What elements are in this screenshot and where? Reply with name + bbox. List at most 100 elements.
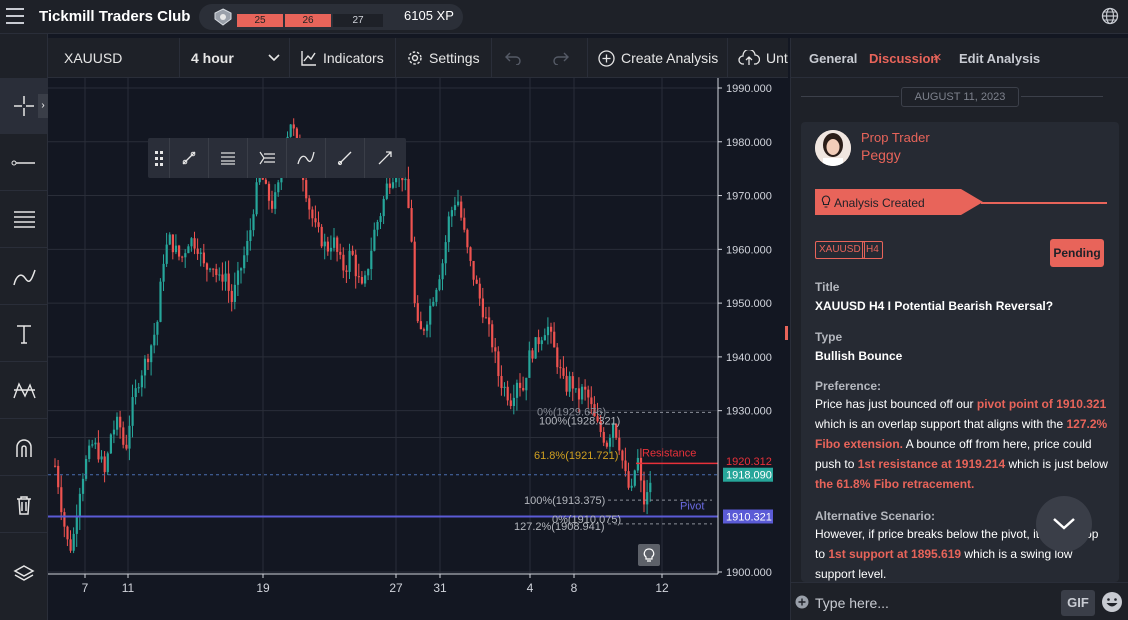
candle-body <box>370 250 373 270</box>
drag-handle-icon[interactable] <box>148 138 170 178</box>
tab-general[interactable]: General <box>809 51 857 66</box>
candle-body <box>292 124 295 129</box>
add-attachment-icon[interactable] <box>795 595 809 609</box>
resistance-label: Resistance <box>642 447 696 459</box>
candle-body <box>453 205 457 211</box>
candle-body <box>143 358 147 376</box>
candle-body <box>463 217 466 230</box>
brush-icon <box>13 269 36 285</box>
redo-icon <box>552 52 569 65</box>
fib-retracement-icon <box>221 152 235 165</box>
date-tick-label: 4 <box>527 581 534 595</box>
candle-body <box>240 268 243 271</box>
indicators-button[interactable]: Indicators <box>290 38 396 78</box>
analysis-panel: General Discussion × Edit Analysis AUGUS… <box>790 38 1128 620</box>
fib-label-top2: 100%(1928.321) <box>539 415 620 427</box>
magnet-tool[interactable] <box>0 420 48 476</box>
candle-body <box>438 279 441 290</box>
chevron-down-icon <box>268 54 280 62</box>
candle-body <box>503 386 506 389</box>
candle-body <box>484 317 488 319</box>
idea-bulb-button[interactable] <box>638 544 660 566</box>
brush-button[interactable] <box>287 138 326 178</box>
candle-body <box>627 471 630 488</box>
symbol-selector[interactable]: XAUUSD <box>48 38 180 78</box>
candle-body <box>119 416 122 428</box>
candle-body <box>519 382 522 388</box>
analysis-title: XAUUSD H4 I Potential Bearish Reversal? <box>815 299 1054 313</box>
xp-level-current: 25 <box>237 14 283 27</box>
candle-body <box>447 216 450 243</box>
layers-tool[interactable] <box>0 546 48 602</box>
candle-body <box>69 539 72 551</box>
emoji-icon[interactable] <box>1101 591 1123 613</box>
candle-body <box>171 234 174 253</box>
candle-body <box>267 183 271 201</box>
line-tool[interactable] <box>0 135 48 191</box>
date-tick-label: 7 <box>82 581 89 595</box>
candle-body <box>54 465 57 467</box>
candle-body <box>364 275 367 284</box>
timeframe-select[interactable]: 4 hour <box>180 38 290 78</box>
upload-button[interactable]: Unt <box>728 38 788 78</box>
candle-body <box>60 487 63 513</box>
language-globe-icon[interactable] <box>1100 6 1120 26</box>
crosshair-tool[interactable]: › <box>0 78 48 134</box>
pref-text-2: which is an overlap support that aligns … <box>815 417 1067 431</box>
trend-line-button[interactable] <box>170 138 209 178</box>
fib-retracement-button[interactable] <box>209 138 248 178</box>
candle-body <box>581 386 584 400</box>
tab-edit-analysis[interactable]: Edit Analysis <box>959 51 1040 66</box>
text-tool[interactable] <box>0 306 48 362</box>
candle-body <box>382 198 385 217</box>
timeframe-tag: H4 <box>862 241 883 259</box>
candle-body <box>457 201 460 206</box>
scroll-down-button[interactable] <box>1036 496 1092 552</box>
arrow-line-button[interactable] <box>365 138 404 178</box>
author-name[interactable]: Peggy <box>861 147 901 163</box>
fibonacci-icon <box>14 210 35 228</box>
candle-body <box>605 442 608 447</box>
candle-body <box>391 182 395 188</box>
candle-body <box>305 180 308 199</box>
delete-tool[interactable] <box>0 477 48 533</box>
candle-body <box>562 368 565 376</box>
candle-body <box>264 179 267 184</box>
candle-body <box>574 388 577 390</box>
tab-discussion[interactable]: Discussion <box>869 51 938 66</box>
candle-body <box>196 248 199 254</box>
candle-body <box>63 512 66 527</box>
price-tick-label: 1930.000 <box>726 406 772 418</box>
candle-body <box>404 178 407 181</box>
fib-extension-button[interactable] <box>248 138 287 178</box>
candle-body <box>100 456 103 460</box>
candle-body <box>422 329 426 331</box>
create-analysis-button[interactable]: Create Analysis <box>588 38 728 78</box>
candle-body <box>410 208 413 242</box>
close-tab-icon[interactable]: × <box>933 49 942 66</box>
candle-body <box>224 273 227 282</box>
ray-button[interactable] <box>326 138 365 178</box>
symbol-tag: XAUUSD <box>815 241 865 259</box>
undo-button[interactable] <box>492 38 540 78</box>
pattern-tool[interactable] <box>0 363 48 419</box>
expand-arrow-icon[interactable]: › <box>38 94 48 118</box>
candle-body <box>97 442 100 460</box>
candle-body <box>559 367 562 369</box>
price-tick-label: 1950.000 <box>726 298 772 310</box>
candle-body <box>494 347 497 352</box>
menu-icon[interactable] <box>6 8 24 24</box>
settings-button[interactable]: Settings <box>396 38 492 78</box>
candle-body <box>233 284 236 302</box>
indicators-icon <box>301 51 316 66</box>
brush-tool[interactable] <box>0 249 48 305</box>
candle-body <box>168 234 171 245</box>
candle-body <box>441 263 444 280</box>
fib-tool[interactable] <box>0 192 48 248</box>
message-input[interactable] <box>815 592 1045 614</box>
redo-button[interactable] <box>540 38 588 78</box>
panel-resize-handle[interactable] <box>785 326 788 340</box>
upload-label: Unt <box>766 50 788 66</box>
gif-button[interactable]: GIF <box>1061 590 1095 616</box>
price-tick-label: 1940.000 <box>726 352 772 364</box>
